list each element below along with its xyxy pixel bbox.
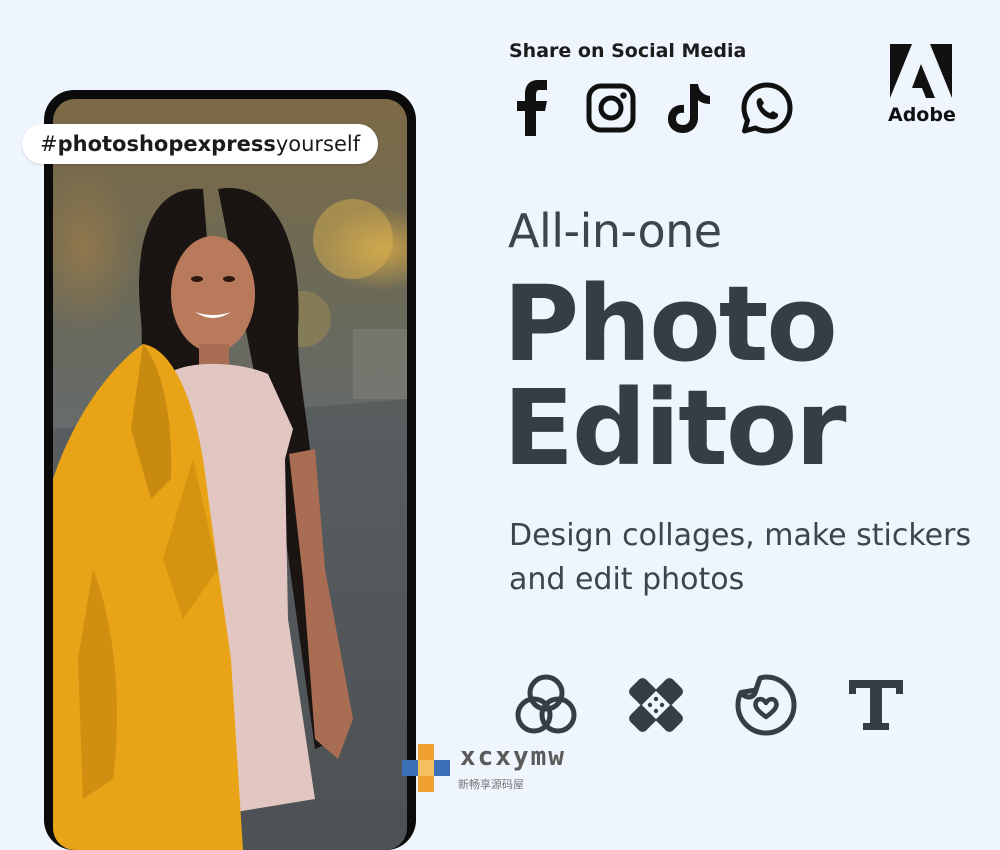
facebook-icon[interactable]: [505, 80, 561, 136]
bandage-healing-icon: [622, 672, 690, 738]
hashtag-bold: photoshopexpress: [57, 132, 276, 156]
title-line-1: Photo: [503, 263, 838, 385]
share-title: Share on Social Media: [509, 40, 747, 62]
hashtag-badge: # photoshopexpress yourself: [22, 124, 379, 164]
woman-photo: [53, 188, 407, 850]
instagram-icon[interactable]: [583, 80, 639, 136]
adobe-wordmark: Adobe: [888, 104, 956, 126]
watermark-text: xcxymw: [460, 742, 566, 772]
hashtag-prefix: #: [40, 132, 58, 156]
tagline: All-in-one: [508, 204, 722, 258]
blend-circles-icon: [512, 672, 580, 738]
social-icons: [505, 80, 817, 136]
sticker-icon: [732, 672, 800, 738]
tiktok-icon[interactable]: [661, 80, 717, 136]
title-line-2: Editor: [503, 367, 847, 489]
whatsapp-icon[interactable]: [739, 80, 795, 136]
feature-icons: [512, 672, 952, 738]
watermark-cross-icon: [402, 744, 450, 792]
watermark-subtext: 新畅享源码屋: [458, 778, 524, 791]
phone-screen: [53, 99, 407, 850]
phone-mockup: [44, 90, 416, 850]
description: Design collages, make stickers and edit …: [509, 518, 972, 597]
text-tool-icon: [842, 672, 910, 738]
hashtag-rest: yourself: [275, 132, 361, 156]
page-title: Photo Editor: [503, 263, 847, 489]
watermark: xcxymw 新畅享源码屋: [402, 740, 602, 792]
